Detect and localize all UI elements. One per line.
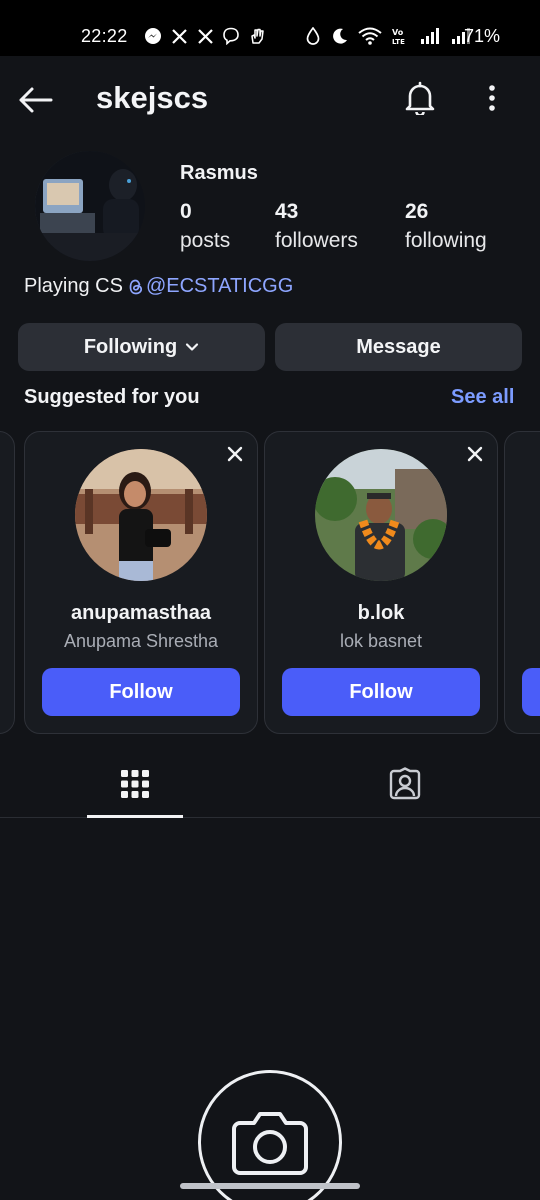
see-all-link[interactable]: See all bbox=[451, 386, 514, 409]
suggestion-fullname: Anupama Shrestha bbox=[63, 631, 219, 651]
page-title: skejscs bbox=[96, 80, 209, 115]
suggestion-avatar[interactable] bbox=[75, 449, 207, 581]
suggestion-card[interactable]: b.lok lok basnet Follow bbox=[264, 431, 498, 734]
suggestion-photo bbox=[315, 449, 447, 581]
followers-stat[interactable]: 43 followers bbox=[275, 200, 358, 253]
followers-count: 43 bbox=[275, 200, 299, 223]
x-icon bbox=[196, 27, 214, 45]
grid-icon bbox=[121, 770, 149, 798]
follow-button[interactable]: Follow bbox=[282, 668, 480, 716]
display-name: Rasmus bbox=[180, 162, 258, 184]
dismiss-suggestion-button[interactable] bbox=[0, 442, 4, 466]
profile-screen: 22:22 Vo LTE 71% skejscs Rasmus 0 posts … bbox=[0, 0, 540, 1200]
water-drop-icon bbox=[304, 27, 322, 45]
battery-level: 71% bbox=[464, 26, 501, 46]
following-stat[interactable]: 26 following bbox=[405, 200, 487, 253]
volte-icon: Vo LTE bbox=[391, 27, 411, 45]
message-button-label: Message bbox=[356, 335, 441, 358]
posts-count: 0 bbox=[180, 200, 192, 223]
home-indicator[interactable] bbox=[180, 1183, 360, 1189]
more-options-button[interactable] bbox=[470, 76, 514, 120]
follow-button-partial[interactable] bbox=[522, 668, 540, 716]
svg-text:Vo: Vo bbox=[392, 28, 404, 37]
viber-icon bbox=[222, 27, 240, 45]
suggestion-avatar[interactable] bbox=[315, 449, 447, 581]
following-label: following bbox=[405, 229, 487, 252]
back-button[interactable] bbox=[14, 78, 58, 122]
profile-header: skejscs bbox=[0, 56, 540, 142]
notifications-button[interactable] bbox=[398, 76, 442, 120]
suggestion-card-partial[interactable] bbox=[0, 431, 15, 734]
status-bar: 22:22 Vo LTE 71% bbox=[0, 0, 540, 56]
following-button-label: Following bbox=[83, 335, 178, 358]
avatar-photo bbox=[35, 151, 145, 261]
suggestion-photo bbox=[75, 449, 207, 581]
suggestion-username: b.lok bbox=[357, 602, 405, 624]
add-first-photo-button[interactable] bbox=[198, 1070, 342, 1200]
message-button[interactable]: Message bbox=[275, 323, 522, 371]
suggestion-card-partial[interactable] bbox=[504, 431, 540, 734]
messenger-icon bbox=[144, 27, 162, 45]
followers-label: followers bbox=[275, 229, 358, 252]
following-button[interactable]: Following bbox=[18, 323, 265, 371]
notification-icons bbox=[144, 27, 266, 45]
back-arrow-icon bbox=[19, 87, 53, 113]
x-icon bbox=[170, 27, 188, 45]
svg-text:LTE: LTE bbox=[392, 38, 405, 45]
posts-label: posts bbox=[180, 229, 231, 252]
follow-button[interactable]: Follow bbox=[42, 668, 240, 716]
close-icon bbox=[467, 446, 483, 462]
suggestion-card[interactable]: anupamasthaa Anupama Shrestha Follow bbox=[24, 431, 258, 734]
active-tab-indicator bbox=[87, 815, 183, 818]
suggestion-fullname: lok basnet bbox=[339, 631, 423, 651]
more-vertical-icon bbox=[489, 85, 495, 111]
bio-link-text: @ECSTATICGG bbox=[145, 275, 294, 297]
threads-icon bbox=[129, 279, 142, 294]
bio: Playing CS @ECSTATICGG bbox=[24, 275, 293, 298]
profile-tabs bbox=[0, 750, 540, 818]
tab-grid[interactable] bbox=[87, 750, 183, 818]
profile-avatar[interactable] bbox=[35, 151, 145, 261]
suggested-title: Suggested for you bbox=[24, 386, 200, 408]
following-count: 26 bbox=[405, 200, 429, 223]
bell-icon bbox=[405, 81, 435, 115]
threads-link[interactable]: @ECSTATICGG bbox=[129, 275, 293, 298]
tagged-person-icon bbox=[389, 767, 421, 800]
moon-icon bbox=[331, 27, 349, 45]
dismiss-suggestion-button[interactable] bbox=[223, 442, 247, 466]
chevron-down-icon bbox=[186, 343, 199, 351]
wifi-icon bbox=[358, 27, 382, 45]
camera-icon bbox=[232, 1112, 308, 1175]
suggestion-username: anupamasthaa bbox=[70, 602, 212, 624]
signal-icon bbox=[420, 27, 442, 45]
close-icon bbox=[227, 446, 243, 462]
dismiss-suggestion-button[interactable] bbox=[463, 442, 487, 466]
status-time: 22:22 bbox=[81, 26, 128, 46]
hand-icon bbox=[248, 27, 266, 45]
tab-tagged[interactable] bbox=[357, 750, 453, 818]
system-icons: Vo LTE bbox=[304, 27, 473, 45]
posts-stat[interactable]: 0 posts bbox=[180, 200, 230, 253]
bio-text: Playing CS bbox=[24, 275, 123, 297]
